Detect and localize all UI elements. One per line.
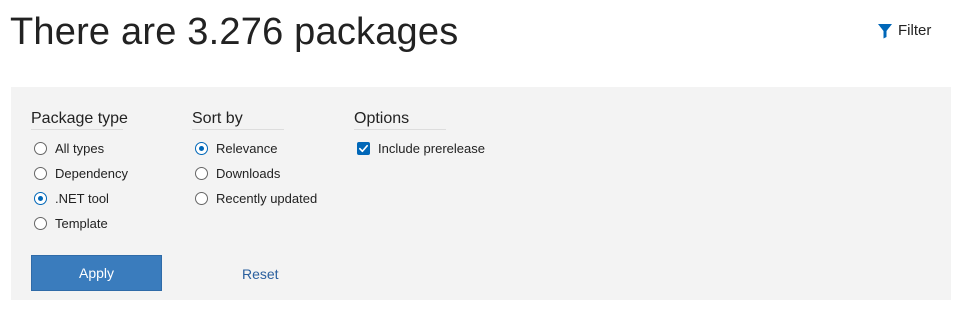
- checkmark-icon: [359, 144, 368, 153]
- package-type-group: Package type All types Dependency .NET t…: [31, 110, 128, 236]
- option-label: Template: [55, 216, 108, 231]
- radio-checked[interactable]: [34, 192, 47, 205]
- sort-by-title: Sort by: [192, 110, 284, 130]
- sort-option-downloads[interactable]: Downloads: [192, 161, 317, 186]
- radio-unchecked[interactable]: [195, 192, 208, 205]
- sort-option-recently-updated[interactable]: Recently updated: [192, 186, 317, 211]
- option-include-prerelease[interactable]: Include prerelease: [354, 136, 485, 161]
- package-type-option-all-types[interactable]: All types: [31, 136, 128, 161]
- radio-unchecked[interactable]: [195, 167, 208, 180]
- radio-checked[interactable]: [195, 142, 208, 155]
- filter-button-label: Filter: [898, 22, 932, 39]
- package-type-option-template[interactable]: Template: [31, 211, 128, 236]
- package-type-option-dependency[interactable]: Dependency: [31, 161, 128, 186]
- option-label: All types: [55, 141, 105, 156]
- apply-button[interactable]: Apply: [31, 255, 162, 291]
- radio-unchecked[interactable]: [34, 167, 47, 180]
- options-title: Options: [354, 110, 446, 130]
- option-label: Relevance: [216, 141, 278, 156]
- radio-unchecked[interactable]: [34, 142, 47, 155]
- filter-icon: [878, 23, 892, 38]
- option-label: Downloads: [216, 166, 281, 181]
- option-label: Recently updated: [216, 191, 318, 206]
- option-label: Include prerelease: [378, 141, 485, 156]
- filter-panel: Package type All types Dependency .NET t…: [11, 87, 951, 300]
- package-type-option-dotnet-tool[interactable]: .NET tool: [31, 186, 128, 211]
- page-title: There are 3.276 packages: [10, 11, 459, 53]
- option-label: Dependency: [55, 166, 128, 181]
- checkbox-checked[interactable]: [357, 142, 370, 155]
- sort-by-group: Sort by Relevance Downloads Recently upd…: [192, 110, 317, 211]
- options-group: Options Include prerelease: [354, 110, 485, 161]
- filter-button[interactable]: Filter: [877, 22, 931, 39]
- radio-unchecked[interactable]: [34, 217, 47, 230]
- reset-link[interactable]: Reset: [242, 266, 279, 282]
- sort-option-relevance[interactable]: Relevance: [192, 136, 317, 161]
- package-type-title: Package type: [31, 110, 128, 130]
- option-label: .NET tool: [55, 191, 109, 206]
